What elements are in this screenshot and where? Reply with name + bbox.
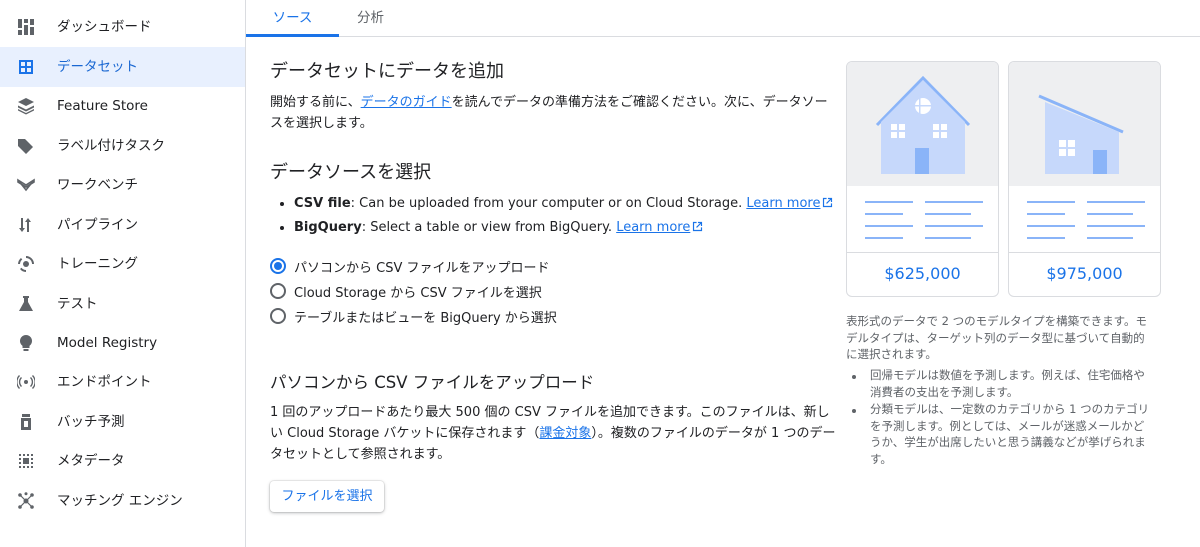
radio-label: テーブルまたはビューを BigQuery から選択 (294, 310, 557, 326)
bullet-bold: CSV file (294, 196, 351, 211)
sidebar-item-label: ダッシュボード (57, 19, 152, 35)
sidebar-item-endpoints[interactable]: エンドポイント (0, 362, 245, 402)
matching-engine-icon (17, 492, 35, 510)
bullet-line: 回帰モデルは数値を予測します。例えば、住宅価格や (870, 368, 1145, 382)
data-guide-link[interactable]: データのガイド (361, 95, 452, 110)
learn-more-link-bigquery[interactable]: Learn more (616, 220, 703, 235)
radio-button-checked[interactable] (270, 258, 286, 274)
sidebar-item-label: Model Registry (57, 335, 158, 351)
upload-desc-line1: 1 回のアップロードあたり最大 500 個の CSV ファイルを追加できます。こ… (270, 405, 830, 420)
batch-predict-icon (17, 413, 35, 431)
sidebar-item-workbench[interactable]: ワークベンチ (0, 165, 245, 205)
bullet-text: : Select a table or view from BigQuery. (361, 220, 617, 235)
model-type-description: 表形式のデータで 2 つのモデルタイプを構築できます。モ デルタイプは、ターゲッ… (846, 313, 1161, 363)
building-illustration (1009, 62, 1160, 186)
source-heading: データソースを選択 (270, 162, 432, 183)
bullet-line: を予測します。例としては、メールが迷惑メールかど (870, 418, 1145, 433)
sidebar-item-pipelines[interactable]: パイプライン (0, 205, 245, 245)
sidebar-item-dashboard[interactable]: ダッシュボード (0, 7, 245, 47)
intro-text: 開始する前に、データのガイドを読んでデータの準備方法をご確認ください。次に、デー… (270, 92, 830, 134)
sidebar-item-training[interactable]: トレーニング (0, 244, 245, 284)
price-label: $625,000 (884, 264, 961, 283)
radio-upload-csv[interactable]: パソコンから CSV ファイルをアップロード (270, 256, 550, 276)
bullet-dot (280, 226, 284, 230)
sidebar-item-label: ワークベンチ (57, 177, 138, 193)
sidebar-item-labeling-tasks[interactable]: ラベル付けタスク (0, 126, 245, 166)
intro-text-line2: スを選択します。 (270, 116, 373, 131)
external-link-icon (693, 221, 703, 232)
sidebar-item-label: マッチング エンジン (57, 493, 183, 509)
dashboard-icon (17, 18, 35, 36)
regression-bullet: 回帰モデルは数値を予測します。例えば、住宅価格や 消費者の支出を予測します。 (870, 367, 1160, 400)
radio-cloud-storage[interactable]: Cloud Storage から CSV ファイルを選択 (270, 281, 542, 301)
classification-model-card: $975,000 (1008, 61, 1161, 297)
tab-bar: ソース 分析 (246, 0, 1200, 37)
description-line: 表形式のデータで 2 つのモデルタイプを構築できます。モ (846, 314, 1147, 328)
regression-model-card: $625,000 (846, 61, 999, 297)
intro-text-before: 開始する前に、 (270, 95, 361, 110)
sidebar-item-experiments[interactable]: テスト (0, 284, 245, 324)
bullet-line: 消費者の支出を予測します。 (870, 384, 1019, 399)
bullet-bold: BigQuery (294, 220, 362, 235)
sidebar-item-model-registry[interactable]: Model Registry (0, 323, 245, 363)
bullet-line: うか、学生が出席したいと思う講義などが挙げられま (870, 435, 1146, 449)
description-line: デルタイプは、ターゲット列のデータ型に基づいて自動的 (846, 330, 1145, 345)
radio-button[interactable] (270, 308, 286, 324)
bullet-dot (852, 375, 856, 379)
tab-source[interactable]: ソース (246, 0, 339, 37)
card-divider (847, 252, 998, 253)
description-line: に選択されます。 (846, 347, 937, 361)
label-tag-icon (17, 137, 35, 155)
upload-desc-line3: タセットとして参照されます。 (270, 447, 451, 462)
price-label: $975,000 (1046, 264, 1123, 283)
sidebar: ダッシュボード データセット Feature Store ラベル付けタスク ワー… (0, 0, 246, 547)
card-divider (1009, 252, 1160, 253)
metadata-icon (17, 452, 35, 470)
upload-description: 1 回のアップロードあたり最大 500 個の CSV ファイルを追加できます。こ… (270, 402, 835, 465)
learn-more-link-csv[interactable]: Learn more (746, 196, 833, 211)
sidebar-item-label: テスト (57, 296, 98, 312)
radio-bigquery[interactable]: テーブルまたはビューを BigQuery から選択 (270, 306, 557, 326)
sidebar-item-label: パイプライン (57, 217, 138, 233)
sidebar-item-label: トレーニング (57, 256, 138, 272)
tab-analyze[interactable]: 分析 (339, 0, 402, 37)
lightbulb-icon (17, 334, 35, 352)
pipeline-icon (17, 216, 35, 234)
dataset-icon (17, 58, 35, 76)
sidebar-item-label: ラベル付けタスク (57, 138, 165, 154)
sidebar-item-label: データセット (57, 59, 138, 75)
bullet-dot (852, 409, 856, 413)
radio-label: パソコンから CSV ファイルをアップロード (294, 260, 550, 276)
bullet-line: 分類モデルは、一定数のカテゴリから 1 つのカテゴリ (870, 402, 1150, 416)
sidebar-item-label: バッチ予測 (57, 414, 125, 430)
sidebar-item-feature-store[interactable]: Feature Store (0, 86, 245, 126)
classification-bullet: 分類モデルは、一定数のカテゴリから 1 つのカテゴリ を予測します。例としては、… (870, 401, 1160, 467)
sidebar-item-batch-predictions[interactable]: バッチ予測 (0, 402, 245, 442)
house-illustration (847, 62, 998, 186)
sidebar-item-label: メタデータ (57, 453, 125, 469)
radio-button[interactable] (270, 283, 286, 299)
upload-heading: パソコンから CSV ファイルをアップロード (270, 373, 595, 392)
sidebar-item-dataset[interactable]: データセット (0, 47, 245, 87)
sidebar-item-metadata[interactable]: メタデータ (0, 441, 245, 481)
select-file-button[interactable]: ファイルを選択 (270, 481, 384, 512)
page-title: データセットにデータを追加 (270, 61, 504, 82)
endpoint-icon (17, 373, 35, 391)
intro-text-after: を読んでデータの準備方法をご確認ください。次に、データソー (451, 95, 828, 110)
billing-link[interactable]: 課金対象 (539, 426, 591, 441)
feature-store-icon (17, 97, 35, 115)
flask-icon (17, 295, 35, 313)
workbench-icon (17, 176, 35, 194)
upload-desc-line2-after: ）。複数のファイルのデータが 1 つのデー (591, 426, 836, 441)
sidebar-item-matching-engine[interactable]: マッチング エンジン (0, 481, 245, 521)
radio-label: Cloud Storage から CSV ファイルを選択 (294, 285, 542, 301)
bullet-line: す。 (870, 451, 892, 466)
external-link-icon (823, 197, 833, 208)
bullet-text: : Can be uploaded from your computer or … (350, 196, 747, 211)
upload-desc-line2: い Cloud Storage バケットに保存されます（ (270, 426, 540, 441)
bullet-dot (280, 202, 284, 206)
sidebar-item-label: エンドポイント (57, 374, 152, 390)
training-icon (17, 255, 35, 273)
sidebar-item-label: Feature Store (57, 98, 148, 114)
